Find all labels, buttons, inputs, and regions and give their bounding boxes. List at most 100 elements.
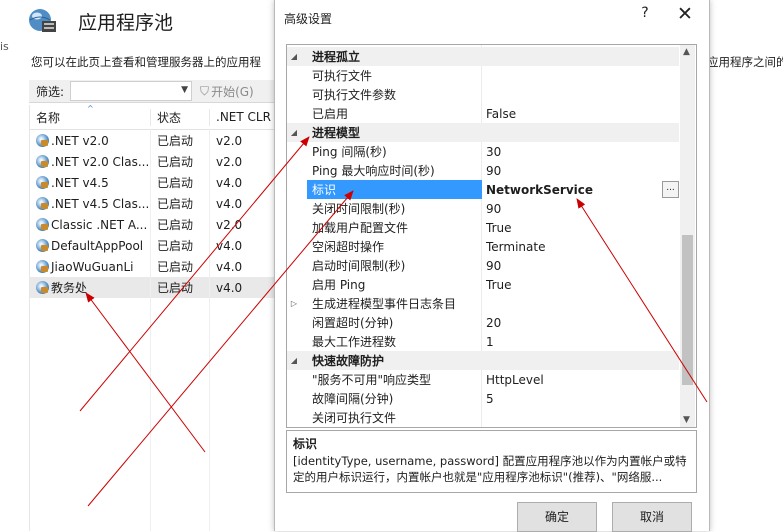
pool-name: JiaoWuGuanLi (51, 259, 134, 274)
property-value[interactable]: 1 (486, 335, 494, 349)
property-value[interactable]: NetworkService (486, 183, 593, 197)
property-row[interactable]: 可执行文件参数 (287, 85, 679, 104)
property-name: 标识 (312, 183, 337, 197)
property-row[interactable]: 闲置超时(分钟) 20 (287, 313, 679, 332)
filter-start-button[interactable]: ⛉ 开始(G) (200, 83, 254, 100)
category-rapid-fail-protection[interactable]: ◢ 快速故障防护 (287, 351, 679, 370)
property-value[interactable]: True (486, 221, 512, 235)
property-value[interactable]: 90 (486, 259, 501, 273)
app-pool-icon (36, 259, 49, 273)
list-item[interactable]: Classic .NET A... 已启动 v2.0 (30, 214, 276, 235)
property-value[interactable]: 5 (486, 392, 494, 406)
property-name: 最大工作进程数 (312, 335, 397, 349)
left-panel-edge: is (0, 40, 9, 53)
property-name: 闲置超时(分钟) (312, 316, 394, 330)
app-pool-icon (36, 175, 49, 189)
list-item[interactable]: .NET v4.5 已启动 v4.0 (30, 172, 276, 193)
page-description-tail: 应用程序之间的 (707, 55, 783, 69)
description-text: [identityType, username, password] 配置应用程… (293, 454, 687, 484)
property-name: Ping 间隔(秒) (312, 145, 387, 159)
pool-clr: v4.0 (216, 175, 243, 190)
property-row[interactable]: 关闭可执行文件 (287, 408, 679, 427)
pool-name: .NET v4.5 (51, 175, 109, 190)
property-value[interactable]: Terminate (486, 240, 545, 254)
list-item[interactable]: DefaultAppPool 已启动 v4.0 (30, 235, 276, 256)
list-item-selected[interactable]: 教务处 已启动 v4.0 (30, 277, 276, 298)
property-name: 关闭可执行文件 (312, 411, 397, 425)
scroll-up-icon[interactable]: ▲ (683, 47, 690, 57)
list-header: ^ 名称 状态 .NET CLR (30, 104, 276, 130)
app-pool-icon (36, 217, 49, 231)
filter-input[interactable]: ▼ (70, 81, 193, 101)
pool-name: .NET v4.5 Clas... (51, 196, 150, 211)
property-name: 关闭时间限制(秒) (312, 202, 406, 216)
property-row[interactable]: 最大工作进程数 1 (287, 332, 679, 351)
list-item[interactable]: .NET v4.5 Clas... 已启动 v4.0 (30, 193, 276, 214)
property-row-identity[interactable]: 标识 NetworkService ... (287, 180, 679, 199)
pool-status: 已启动 (151, 279, 210, 296)
expand-icon[interactable]: ▷ (287, 299, 301, 308)
property-value[interactable]: 90 (486, 164, 501, 178)
property-value[interactable]: 30 (486, 145, 501, 159)
property-value[interactable]: False (486, 107, 516, 121)
property-value[interactable]: True (486, 278, 512, 292)
property-row[interactable]: 启用 Ping True (287, 275, 679, 294)
ellipsis-button[interactable]: ... (662, 181, 679, 198)
property-row-expandable[interactable]: ▷ 生成进程模型事件日志条目 (287, 294, 679, 313)
collapse-icon[interactable]: ◢ (287, 128, 301, 137)
property-row[interactable]: Ping 最大响应时间(秒) 90 (287, 161, 679, 180)
property-value[interactable]: 20 (486, 316, 501, 330)
property-name: 可执行文件 (312, 69, 373, 83)
property-row[interactable]: "服务不可用"响应类型 HttpLevel (287, 370, 679, 389)
property-row[interactable]: 启动时间限制(秒) 90 (287, 256, 679, 275)
property-row[interactable]: Ping 间隔(秒) 30 (287, 142, 679, 161)
page-description: 您可以在此页上查看和管理服务器上的应用程 (31, 55, 261, 69)
pool-clr: v2.0 (216, 154, 243, 169)
property-description-panel: 标识 [identityType, username, password] 配置… (286, 430, 697, 493)
page-header: 应用程序池 (26, 6, 173, 36)
property-name: 已启用 (312, 107, 349, 121)
cancel-button[interactable]: 取消 (612, 502, 692, 532)
pool-name: Classic .NET A... (51, 217, 148, 232)
help-icon[interactable]: ? (635, 5, 655, 21)
vertical-scrollbar[interactable]: ▲ ▼ (680, 45, 695, 427)
list-item[interactable]: JiaoWuGuanLi 已启动 v4.0 (30, 256, 276, 277)
pool-status: 已启动 (151, 153, 210, 170)
category-process-orphaning[interactable]: ◢ 进程孤立 (287, 47, 679, 66)
filter-label: 筛选: (36, 84, 65, 99)
collapse-icon[interactable]: ◢ (287, 356, 301, 365)
pool-clr: v4.0 (216, 259, 243, 274)
column-header-clr[interactable]: .NET CLR (210, 110, 276, 124)
pool-clr: v4.0 (216, 280, 243, 295)
property-row[interactable]: 可执行文件 (287, 66, 679, 85)
property-row[interactable]: 关闭时间限制(秒) 90 (287, 199, 679, 218)
ok-button[interactable]: 确定 (517, 502, 597, 532)
pool-name: 教务处 (51, 281, 88, 295)
scroll-down-icon[interactable]: ▼ (683, 415, 690, 425)
property-row[interactable]: 空闲超时操作 Terminate (287, 237, 679, 256)
filter-toolbar: 筛选: ▼ ⛉ 开始(G) (29, 80, 275, 103)
property-value[interactable]: 90 (486, 202, 501, 216)
list-item[interactable]: .NET v2.0 已启动 v2.0 (30, 130, 276, 151)
pool-name: .NET v2.0 Clas... (51, 154, 150, 169)
scrollbar-thumb[interactable] (682, 235, 693, 385)
property-row[interactable]: 已启用 False (287, 104, 679, 123)
chevron-down-icon[interactable]: ▼ (181, 85, 188, 95)
property-value[interactable]: HttpLevel (486, 373, 544, 387)
column-divider (209, 129, 210, 531)
property-name: 加载用户配置文件 (312, 221, 409, 235)
pool-clr: v4.0 (216, 196, 243, 211)
collapse-icon[interactable]: ◢ (287, 52, 301, 61)
category-process-model[interactable]: ◢ 进程模型 (287, 123, 679, 142)
pool-name: DefaultAppPool (51, 238, 144, 253)
property-row[interactable]: 故障间隔(分钟) 5 (287, 389, 679, 408)
pool-clr: v2.0 (216, 217, 243, 232)
pool-clr: v2.0 (216, 133, 243, 148)
property-grid: ◢ 进程孤立 可执行文件 可执行文件参数 已启用 False ◢ 进程模型 Pi… (286, 44, 697, 428)
property-name: Ping 最大响应时间(秒) (312, 164, 435, 178)
list-item[interactable]: .NET v2.0 Clas... 已启动 v2.0 (30, 151, 276, 172)
property-name: "服务不可用"响应类型 (312, 373, 432, 387)
close-icon[interactable]: ✕ (673, 3, 697, 25)
column-header-status[interactable]: 状态 (151, 108, 210, 126)
property-row[interactable]: 加载用户配置文件 True (287, 218, 679, 237)
